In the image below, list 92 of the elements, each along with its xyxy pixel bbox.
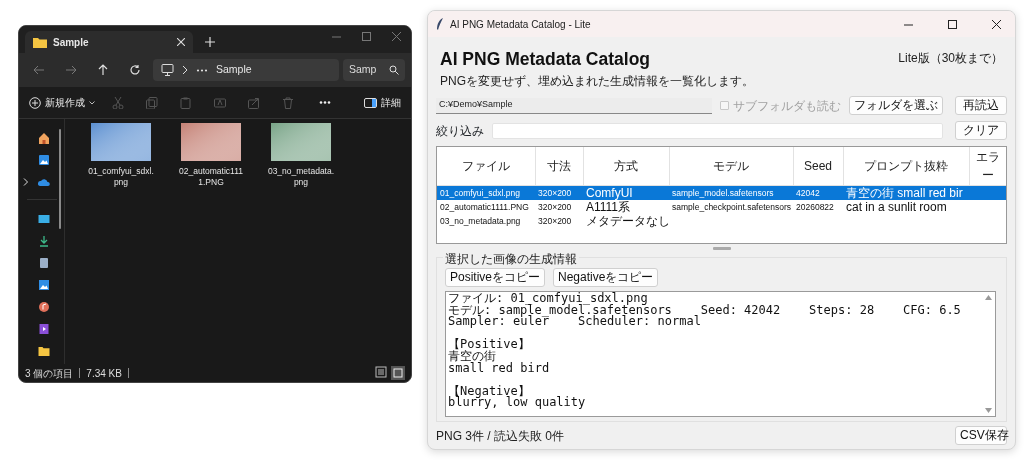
item-count: 3 個の項目 (25, 366, 74, 381)
text-line: blurry, low quality (448, 397, 587, 409)
table-row[interactable]: 01_comfyui_sdxl.png 320×200 ComfyUI sample_model.safetensors 42042 青空の街 small red bir (437, 185, 1006, 200)
app-description: PNGを変更せず、埋め込まれた生成情報を一覧化します。 (440, 73, 754, 90)
reload-button[interactable]: 再読込 (955, 96, 1007, 115)
column-header[interactable]: モデル (669, 147, 793, 186)
paste-icon[interactable] (180, 96, 192, 109)
text-line: 【Positive】 (448, 339, 531, 351)
scroll-up-icon[interactable] (984, 295, 992, 300)
copy-negative-button[interactable]: Negativeをコピー (553, 268, 659, 287)
gallery-icon (37, 154, 50, 166)
download-icon (37, 235, 50, 247)
group-label: 選択した画像の生成情報 (443, 250, 579, 268)
table-cell: 02_automatic1111.PNG (437, 200, 535, 214)
column-header[interactable]: Seed (793, 147, 843, 186)
file-name[interactable]: 02_automatic111 1.PNG (179, 166, 243, 189)
table-cell: 320×200 (535, 200, 583, 214)
scroll-down-icon[interactable] (984, 408, 992, 413)
chevron-icon[interactable] (22, 178, 29, 186)
maximize-icon[interactable] (947, 19, 957, 29)
column-header[interactable]: プロンプト抜粋 (843, 147, 969, 186)
edition-label: Lite版（30枚まで） (898, 50, 1003, 67)
feather-icon (436, 18, 444, 30)
column-header[interactable]: 寸法 (535, 147, 583, 186)
new-button[interactable]: 新規作成 (29, 90, 95, 115)
table-cell-text: 320×200 (537, 215, 573, 228)
close-icon[interactable] (991, 19, 1001, 29)
caret-icon (89, 100, 95, 105)
cloud-icon (37, 176, 50, 188)
more-icon[interactable] (319, 101, 331, 104)
text-line: small red bird (448, 362, 551, 375)
text-line: ファイル: 01_comfyui_sdxl.png (448, 293, 648, 305)
video-icon (37, 323, 50, 335)
folder-icon (37, 345, 50, 357)
cut-icon[interactable] (112, 96, 124, 109)
details-button[interactable]: 詳細 (364, 90, 401, 115)
folder-path-field[interactable]: C:¥Demo¥Sample (436, 97, 712, 114)
app-heading: AI PNG Metadata Catalog (440, 49, 652, 70)
table-row[interactable]: 03_no_metadata.png 320×200 メタデータなし (437, 214, 1006, 228)
large-icons-view-icon[interactable] (391, 366, 405, 380)
details-pane-icon (364, 97, 377, 108)
plus-circle-icon (29, 96, 41, 109)
desktop-icon (37, 213, 50, 225)
back-icon[interactable] (33, 64, 45, 76)
explorer-tab[interactable]: Sample (25, 31, 193, 53)
table-cell: 20260822 (793, 200, 843, 214)
table-cell: cat in a sunlit room (843, 200, 969, 214)
status-summary: PNG 3件 / 読込失敗 0件 (436, 427, 565, 445)
new-tab-icon[interactable] (205, 37, 215, 47)
address-bar[interactable]: Sample (153, 59, 339, 81)
document-icon (37, 257, 50, 269)
save-csv-button[interactable]: CSV保存 (955, 426, 1007, 445)
search-field[interactable]: Samp (343, 59, 405, 81)
column-header[interactable]: 方式 (583, 147, 669, 186)
text-line: Sampler: euler Scheduler: normal (448, 316, 702, 328)
copy-positive-button[interactable]: Positiveをコピー (445, 268, 546, 287)
total-size: 7.34 KB (86, 366, 122, 381)
table-cell-text: メタデータなし (585, 214, 669, 228)
window-title: AI PNG Metadata Catalog - Lite (450, 17, 592, 32)
rename-icon[interactable] (214, 96, 226, 109)
share-icon[interactable] (248, 96, 260, 109)
folder-icon (33, 36, 47, 48)
pictures-icon (37, 279, 50, 291)
table-cell: A1111系 (583, 200, 669, 214)
delete-icon[interactable] (282, 96, 294, 109)
scrollbar[interactable] (59, 129, 61, 229)
forward-icon[interactable] (65, 64, 77, 76)
music-icon (37, 301, 50, 313)
copy-icon[interactable] (146, 96, 158, 109)
column-header[interactable]: ファイル (437, 147, 535, 186)
refresh-icon[interactable] (129, 64, 141, 76)
search-icon (389, 65, 399, 75)
up-icon[interactable] (97, 64, 109, 76)
splitter-handle[interactable] (712, 247, 731, 250)
choose-folder-button[interactable]: フォルダを選ぶ (849, 96, 943, 115)
chevron-icon (182, 66, 188, 74)
file-name[interactable]: 03_no_metadata. png (267, 166, 335, 189)
address-text: Sample (216, 62, 252, 78)
table-cell-text: 03_no_metadata.png (439, 215, 522, 228)
table-cell: sample_checkpoint.safetensors (669, 200, 793, 214)
column-header[interactable]: エラー (969, 147, 1006, 186)
list-view-icon[interactable] (375, 366, 387, 378)
table-row[interactable]: 02_automatic1111.PNG 320×200 A1111系 sample_checkpoint.safetensors 20260822 cat in a sunlit room (437, 200, 1006, 214)
filter-label: 絞り込み (436, 122, 484, 140)
clear-button[interactable]: クリア (955, 121, 1007, 140)
more-icon (196, 68, 208, 72)
home-icon (37, 132, 50, 144)
details-text-area[interactable]: ファイル: 01_comfyui_sdxl.png モデル: sample_model.safetensors Seed: 42042 Steps: 28 CFG: 6.5 Sampler: euler Scheduler: normal 【Positive】 青空の街 small red bird 【Negative】 blurry, low quality (445, 291, 996, 417)
filter-field[interactable] (492, 122, 943, 139)
text-line: 青空の街 (448, 350, 496, 363)
file-name[interactable]: 01_comfyui_sdxl. png (88, 166, 154, 189)
computer-icon (161, 64, 174, 76)
